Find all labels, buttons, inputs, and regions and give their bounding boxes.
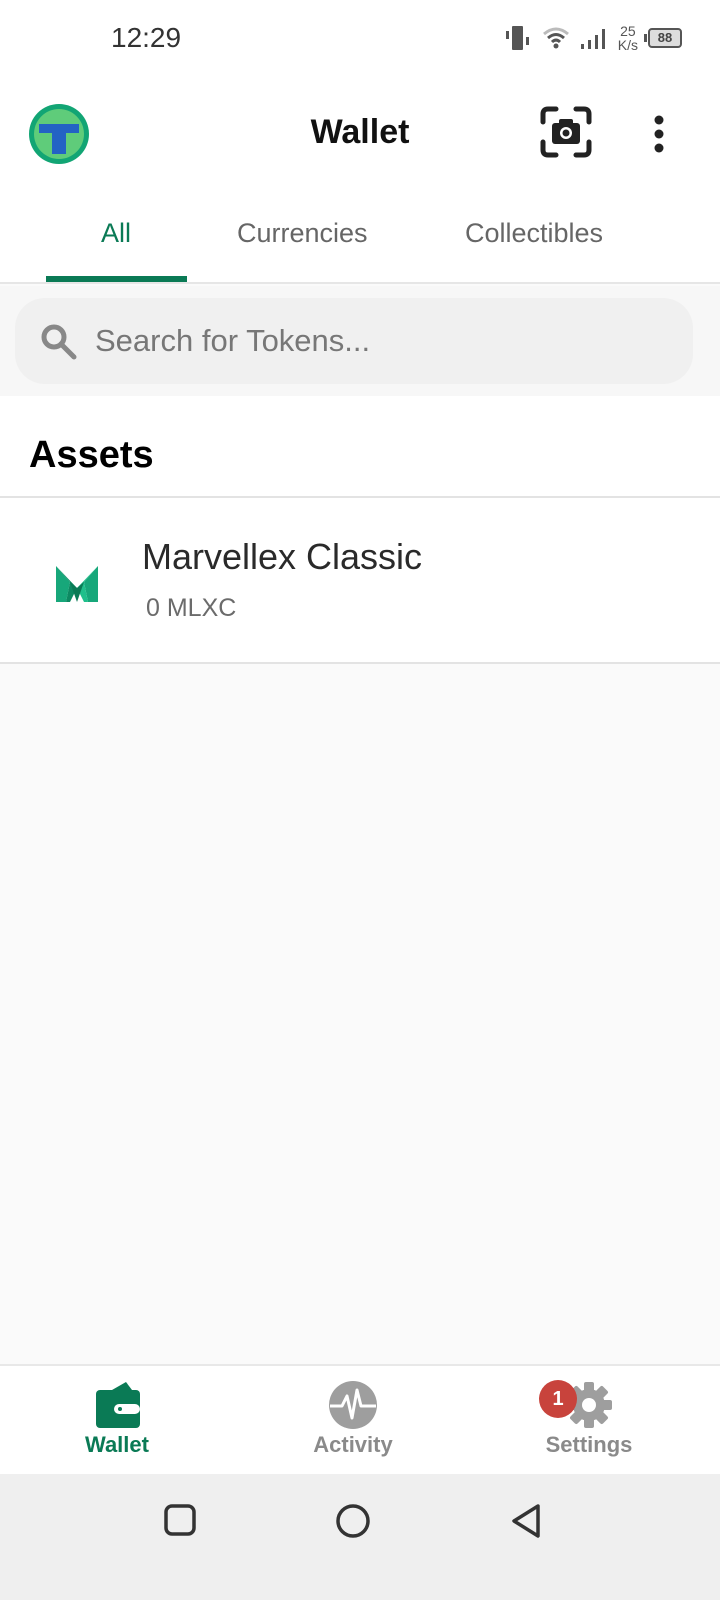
assets-title: Assets: [29, 434, 154, 476]
active-tab-indicator: [46, 276, 187, 282]
nav-wallet-label: Wallet: [85, 1432, 149, 1457]
wallet-icon: [96, 1382, 140, 1428]
home-icon[interactable]: [334, 1502, 372, 1540]
assets-header: Assets: [0, 396, 720, 498]
search-bar[interactable]: [15, 298, 693, 384]
speed-value: 25: [620, 23, 636, 39]
battery-icon: 88: [644, 28, 682, 48]
status-time: 12:29: [111, 22, 182, 53]
vibrate-icon: [505, 26, 529, 50]
status-icons: 25 K/s 88: [504, 24, 682, 52]
status-bar: 12:29 25 K/s 88: [0, 0, 720, 80]
tab-all[interactable]: All: [101, 218, 131, 249]
app-header: Wallet: [0, 80, 720, 190]
search-section: [0, 286, 720, 396]
network-speed: 25 K/s: [618, 24, 638, 52]
search-icon: [41, 324, 77, 360]
marvellex-logo-icon: [56, 566, 98, 602]
nav-wallet[interactable]: Wallet: [0, 1366, 237, 1476]
notification-badge: 1: [539, 1380, 577, 1418]
recent-apps-icon[interactable]: [162, 1502, 198, 1538]
camera-scan-icon[interactable]: [540, 106, 592, 158]
bottom-navigation: Wallet Activity 1 Settings: [0, 1364, 720, 1474]
tab-collectibles[interactable]: Collectibles: [465, 218, 603, 249]
search-input[interactable]: [95, 316, 675, 366]
more-vertical-icon[interactable]: [644, 112, 674, 156]
system-navigation-bar: [0, 1474, 720, 1600]
tab-currencies[interactable]: Currencies: [237, 218, 368, 249]
asset-tabs: All Currencies Collectibles: [0, 190, 720, 284]
wifi-icon: [542, 27, 569, 49]
nav-settings-label: Settings: [545, 1432, 633, 1457]
asset-list-item[interactable]: Marvellex Classic 0 MLXC: [0, 498, 720, 664]
nav-activity-label: Activity: [313, 1432, 393, 1457]
asset-balance: 0 MLXC: [146, 594, 237, 622]
nav-settings[interactable]: 1 Settings: [469, 1366, 709, 1476]
speed-unit: K/s: [617, 37, 638, 53]
page-title: Wallet: [310, 113, 410, 151]
asset-name: Marvellex Classic: [142, 536, 423, 577]
signal-icon: [580, 29, 605, 49]
back-icon[interactable]: [508, 1502, 544, 1540]
activity-icon: [329, 1381, 377, 1429]
nav-activity[interactable]: Activity: [233, 1366, 473, 1476]
